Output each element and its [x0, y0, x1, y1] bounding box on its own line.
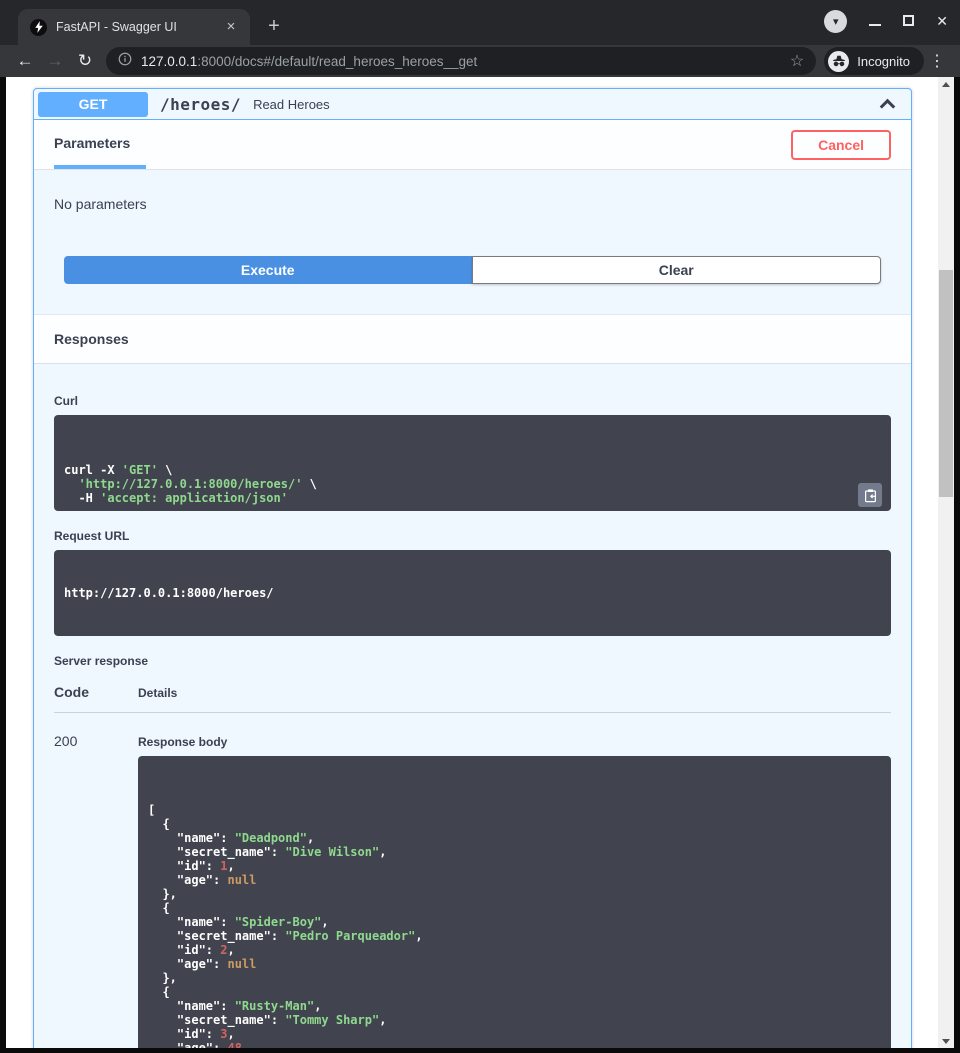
response-body-label: Response body: [138, 735, 891, 749]
browser-toolbar: ← → ↻ 127.0.0.1:8000/docs#/default/read_…: [0, 45, 960, 77]
scrollbar-thumb[interactable]: [939, 270, 953, 497]
browser-tab[interactable]: FastAPI - Swagger UI ×: [18, 9, 250, 45]
parameters-body: No parameters: [34, 170, 911, 212]
endpoint-path: /heroes/: [160, 95, 241, 114]
url-text: 127.0.0.1:8000/docs#/default/read_heroes…: [141, 54, 782, 69]
new-tab-icon[interactable]: +: [262, 16, 286, 36]
request-url-text: http://127.0.0.1:8000/heroes/: [64, 586, 274, 600]
copy-curl-icon[interactable]: [858, 483, 882, 507]
curl-command: curl -X 'GET' \ 'http://127.0.0.1:8000/h…: [54, 415, 891, 511]
page-scrollbar[interactable]: [938, 77, 954, 1048]
bookmark-star-icon[interactable]: ☆: [790, 51, 804, 71]
reload-icon[interactable]: ↻: [70, 51, 100, 71]
responses-header: Responses: [34, 314, 911, 364]
server-response-label: Server response: [54, 654, 891, 668]
response-body-json: [ { "name": "Deadpond", "secret_name": "…: [138, 756, 891, 1048]
incognito-label: Incognito: [857, 54, 910, 69]
address-bar[interactable]: 127.0.0.1:8000/docs#/default/read_heroes…: [106, 47, 816, 75]
curl-label: Curl: [54, 394, 891, 408]
response-table-header: Code Details: [54, 678, 891, 713]
tab-parameters: Parameters: [54, 120, 146, 169]
opblock-summary[interactable]: GET /heroes/ Read Heroes: [34, 89, 911, 120]
request-url-value: http://127.0.0.1:8000/heroes/: [54, 550, 891, 636]
incognito-badge: Incognito: [824, 47, 924, 75]
maximize-icon[interactable]: [903, 13, 914, 31]
swagger-page: GET /heroes/ Read Heroes Parameters Canc…: [6, 77, 938, 1048]
tab-title: FastAPI - Swagger UI: [56, 20, 222, 34]
details-column-header: Details: [138, 684, 177, 700]
tab-close-icon[interactable]: ×: [222, 18, 240, 36]
url-path: :8000/docs#/default/read_heroes_heroes__…: [197, 54, 477, 69]
menu-kebab-icon[interactable]: ⋮: [924, 51, 950, 71]
no-parameters-text: No parameters: [54, 196, 147, 212]
execute-button[interactable]: Execute: [64, 256, 472, 284]
opblock-get-heroes: GET /heroes/ Read Heroes Parameters Canc…: [33, 88, 912, 1048]
response-row-200: 200 Response body [ { "name": "Deadpond"…: [54, 713, 891, 1048]
parameters-title: Parameters: [54, 135, 130, 151]
responses-body: Curl curl -X 'GET' \ 'http://127.0.0.1:8…: [34, 364, 911, 1048]
url-host: 127.0.0.1: [141, 54, 197, 69]
clear-button[interactable]: Clear: [472, 256, 882, 284]
browser-titlebar: FastAPI - Swagger UI × + ▾ ✕: [0, 0, 960, 45]
parameters-header: Parameters Cancel: [34, 120, 911, 170]
method-badge: GET: [38, 92, 148, 117]
incognito-icon: [828, 51, 849, 72]
cancel-button[interactable]: Cancel: [791, 130, 891, 160]
tab-search-icon[interactable]: ▾: [824, 10, 847, 33]
collapse-chevron-icon[interactable]: [880, 98, 896, 114]
scroll-down-icon[interactable]: [938, 1034, 954, 1048]
code-column-header: Code: [54, 684, 138, 700]
status-code: 200: [54, 733, 138, 1048]
endpoint-summary: Read Heroes: [253, 97, 882, 112]
forward-icon: →: [40, 51, 70, 71]
window-border-bottom: [0, 1048, 960, 1053]
minimize-icon[interactable]: [869, 13, 881, 31]
responses-title: Responses: [54, 331, 129, 347]
window-border-right: [954, 77, 960, 1048]
execute-wrapper: Execute Clear: [34, 256, 911, 314]
window-close-icon[interactable]: ✕: [936, 13, 948, 30]
scroll-up-icon[interactable]: [938, 77, 954, 91]
server-response-table: Code Details 200 Response body [ { "name…: [54, 678, 891, 1048]
page-info-icon[interactable]: [118, 52, 132, 71]
fastapi-favicon-icon: [30, 19, 47, 36]
back-icon[interactable]: ←: [10, 51, 40, 71]
request-url-label: Request URL: [54, 529, 891, 543]
